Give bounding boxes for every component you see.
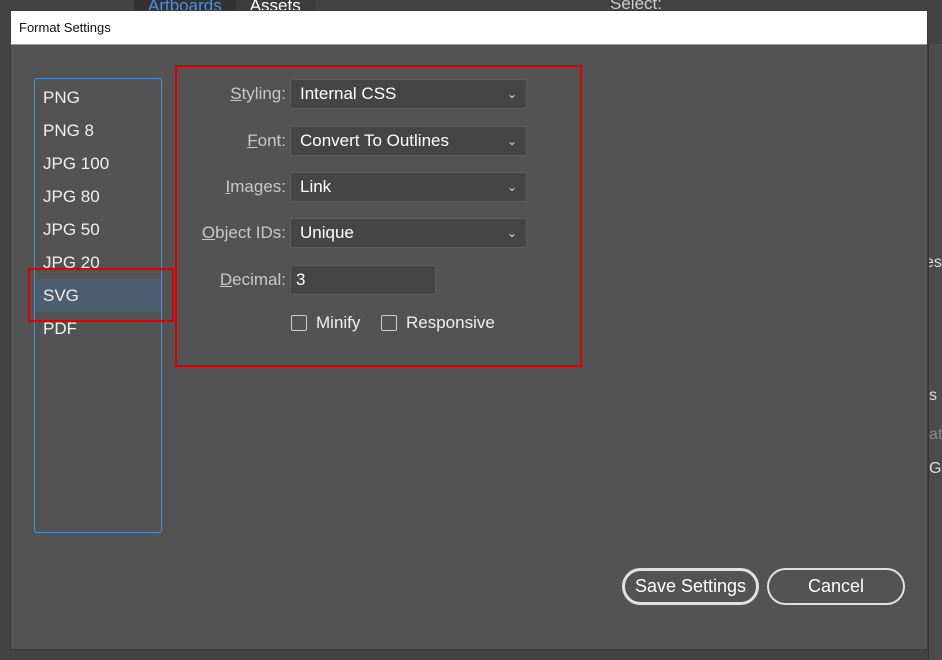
font-row: Font: Convert To Outlines ⌄ bbox=[11, 126, 531, 156]
format-settings-dialog: Format Settings PNG PNG 8 JPG 100 JPG 80… bbox=[10, 10, 928, 650]
styling-label: Styling: bbox=[230, 84, 286, 103]
object-ids-dropdown[interactable]: Unique ⌄ bbox=[290, 218, 527, 248]
decimal-input[interactable]: 3 bbox=[290, 265, 436, 295]
checkbox-unchecked-icon bbox=[381, 315, 397, 331]
minify-checkbox[interactable]: Minify bbox=[291, 313, 360, 333]
object-ids-label: Object IDs: bbox=[201, 223, 286, 242]
images-row: Images: Link ⌄ bbox=[11, 172, 531, 202]
bg-fragment: es bbox=[929, 254, 942, 271]
save-settings-button[interactable]: Save Settings bbox=[622, 568, 759, 605]
bg-fragment: s bbox=[929, 387, 937, 404]
chevron-down-icon: ⌄ bbox=[506, 87, 517, 101]
background-panel: es s at G bbox=[928, 44, 942, 660]
decimal-row: Decimal: 3 bbox=[11, 265, 531, 295]
chevron-down-icon: ⌄ bbox=[506, 134, 517, 148]
images-dropdown[interactable]: Link ⌄ bbox=[290, 172, 527, 202]
images-value: Link bbox=[300, 177, 332, 196]
chevron-down-icon: ⌄ bbox=[506, 226, 517, 240]
images-label: Images: bbox=[225, 177, 286, 196]
font-label: Font: bbox=[247, 131, 286, 150]
object-ids-row: Object IDs: Unique ⌄ bbox=[11, 218, 531, 248]
highlight-box-options bbox=[175, 65, 582, 367]
styling-value: Internal CSS bbox=[300, 84, 397, 103]
font-dropdown[interactable]: Convert To Outlines ⌄ bbox=[290, 126, 527, 156]
bg-fragment: G bbox=[929, 460, 942, 477]
responsive-checkbox[interactable]: Responsive bbox=[381, 313, 495, 333]
minify-label: Minify bbox=[316, 313, 361, 332]
decimal-label: Decimal: bbox=[219, 270, 286, 289]
font-value: Convert To Outlines bbox=[300, 131, 449, 150]
responsive-label: Responsive bbox=[406, 313, 495, 332]
chevron-down-icon: ⌄ bbox=[506, 180, 517, 194]
checkbox-unchecked-icon bbox=[291, 315, 307, 331]
styling-row: Styling: Internal CSS ⌄ bbox=[11, 79, 531, 109]
bg-fragment: at bbox=[929, 426, 942, 443]
cancel-button[interactable]: Cancel bbox=[767, 568, 905, 605]
object-ids-value: Unique bbox=[300, 223, 354, 242]
dialog-title: Format Settings bbox=[11, 11, 927, 45]
styling-dropdown[interactable]: Internal CSS ⌄ bbox=[290, 79, 527, 109]
